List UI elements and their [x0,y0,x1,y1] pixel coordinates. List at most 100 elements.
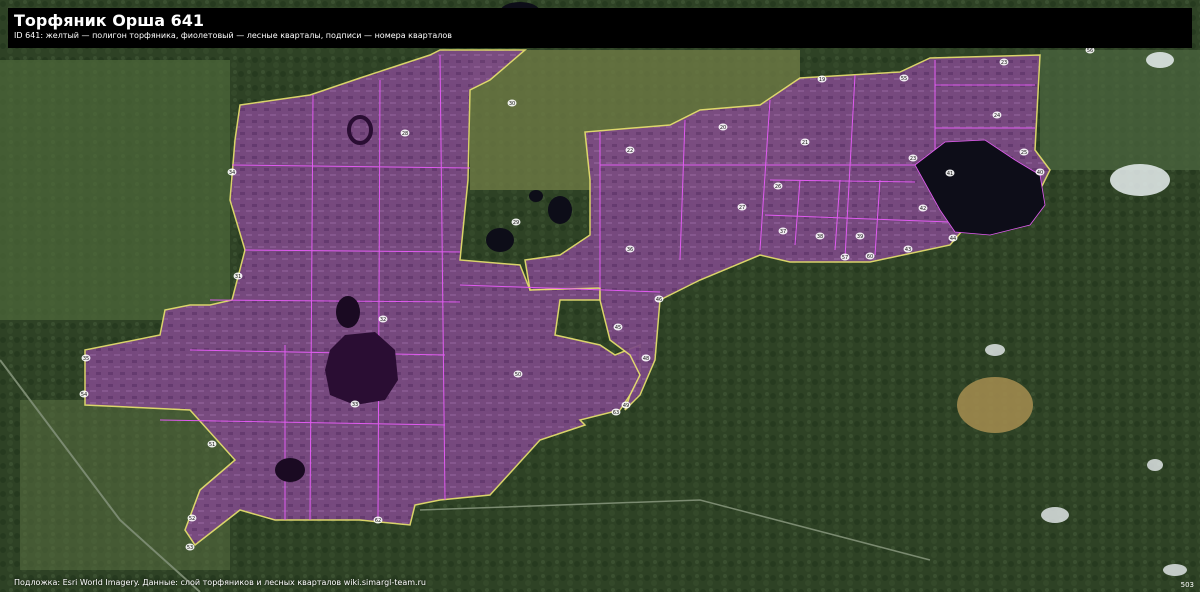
cloud [1041,507,1069,523]
quarter-number-label: 23 [999,58,1009,66]
quarter-number-text: 38 [817,234,823,240]
quarter-number-text: 40 [1037,170,1043,176]
quarter-number-label: 24 [992,111,1002,119]
quarter-number-label: 40 [1035,168,1045,176]
satellite-map[interactable]: 28 31 32 33 30 34 35 23 19 20 21 22 23 24 25 26 27 29 36 37… [0,0,1200,592]
lake-small [548,196,572,224]
lake-small [529,190,543,202]
quarter-number-text: 46 [656,297,662,303]
quarter-number-text: 60 [867,254,873,260]
quarter-number-label: 20 [718,123,728,131]
cloud [1110,164,1170,196]
quarter-number-text: 36 [627,247,633,253]
quarter-number-text: 52 [189,516,195,522]
quarter-number-label: 62 [373,516,383,524]
quarter-number-label: 29 [511,218,521,226]
quarter-number-text: 42 [920,206,926,212]
quarter-number-text: 37 [780,229,786,235]
quarter-number-label: 28 [400,129,410,137]
quarter-number-text: 49 [623,403,629,409]
attribution-text: Подложка: Esri World Imagery. Данные: сл… [14,578,426,587]
quarter-number-label: 35 [81,354,91,362]
quarter-number-text: 63 [613,410,619,416]
quarter-number-text: 29 [513,220,519,226]
quarter-number-text: 55 [901,76,907,82]
corner-label: 503 [1180,581,1194,589]
quarter-number-label: 50 [513,370,523,378]
quarter-number-label: 33 [350,400,360,408]
quarter-number-text: 48 [643,356,649,362]
title-bar: Торфяник Орша 641 ID 641: желтый — полиг… [8,8,1192,48]
quarter-number-text: 35 [83,356,89,362]
quarter-number-label: 48 [641,354,651,362]
quarter-number-label: 63 [611,408,621,416]
quarter-number-label: 19 [817,75,827,83]
quarter-number-text: 56 [1087,48,1093,54]
quarter-number-text: 43 [905,247,911,253]
cloud [1147,459,1163,471]
quarter-number-text: 23 [910,156,916,162]
map-title: Торфяник Орша 641 [14,11,205,30]
quarter-number-label: 52 [187,514,197,522]
quarter-number-label: 39 [855,232,865,240]
quarter-number-text: 51 [209,442,215,448]
quarter-number-label: 38 [815,232,825,240]
quarter-number-label: 43 [903,245,913,253]
quarter-number-label: 42 [918,204,928,212]
quarter-number-label: 49 [621,401,631,409]
quarter-number-text: 45 [615,325,621,331]
lake-small [486,228,514,252]
quarter-number-label: 55 [899,74,909,82]
quarter-number-text: 24 [994,113,1000,119]
quarter-number-label: 23 [908,154,918,162]
lake-small [336,296,360,328]
quarter-number-label: 25 [1019,148,1029,156]
quarter-number-text: 21 [802,140,808,146]
quarter-number-text: 26 [775,184,781,190]
quarter-number-label: 45 [613,323,623,331]
quarter-number-label: 53 [185,543,195,551]
farmland-area-west [0,60,230,320]
meadow-east [1040,50,1200,170]
quarter-number-text: 25 [1021,150,1027,156]
cloud [1146,52,1174,68]
quarter-number-text: 28 [402,131,408,137]
cloud [985,344,1005,356]
quarter-number-text: 27 [739,205,745,211]
quarter-number-text: 39 [857,234,863,240]
quarter-number-text: 44 [950,236,956,242]
quarter-number-label: 36 [625,245,635,253]
quarter-number-text: 57 [842,255,848,261]
map-legend-subtitle: ID 641: желтый — полигон торфяника, фиол… [14,31,452,40]
quarter-number-text: 22 [627,148,633,154]
quarter-number-text: 54 [81,392,87,398]
quarter-number-label: 21 [800,138,810,146]
quarter-number-text: 34 [229,170,235,176]
quarter-number-text: 30 [509,101,515,107]
quarter-number-text: 32 [380,317,386,323]
quarter-number-text: 53 [187,545,193,551]
quarter-number-label: 51 [207,440,217,448]
quarter-number-label: 31 [233,272,243,280]
quarter-number-text: 41 [947,171,953,177]
quarter-number-text: 62 [375,518,381,524]
quarter-number-label: 60 [865,252,875,260]
quarter-number-text: 23 [1001,60,1007,66]
quarter-number-label: 54 [79,390,89,398]
quarter-number-label: 22 [625,146,635,154]
quarter-number-text: 50 [515,372,521,378]
quarter-number-text: 33 [352,402,358,408]
lake-small [275,458,305,482]
quarter-number-text: 20 [720,125,726,131]
quarter-number-label: 26 [773,182,783,190]
quarter-number-label: 27 [737,203,747,211]
quarter-number-label: 44 [948,234,958,242]
quarter-number-label: 32 [378,315,388,323]
quarter-number-label: 37 [778,227,788,235]
quarter-number-label: 46 [654,295,664,303]
quarter-number-text: 19 [819,77,825,83]
cloud [1163,564,1187,576]
quarter-number-label: 41 [945,169,955,177]
farmland-area-south [20,400,230,570]
quarter-number-label: 30 [507,99,517,107]
